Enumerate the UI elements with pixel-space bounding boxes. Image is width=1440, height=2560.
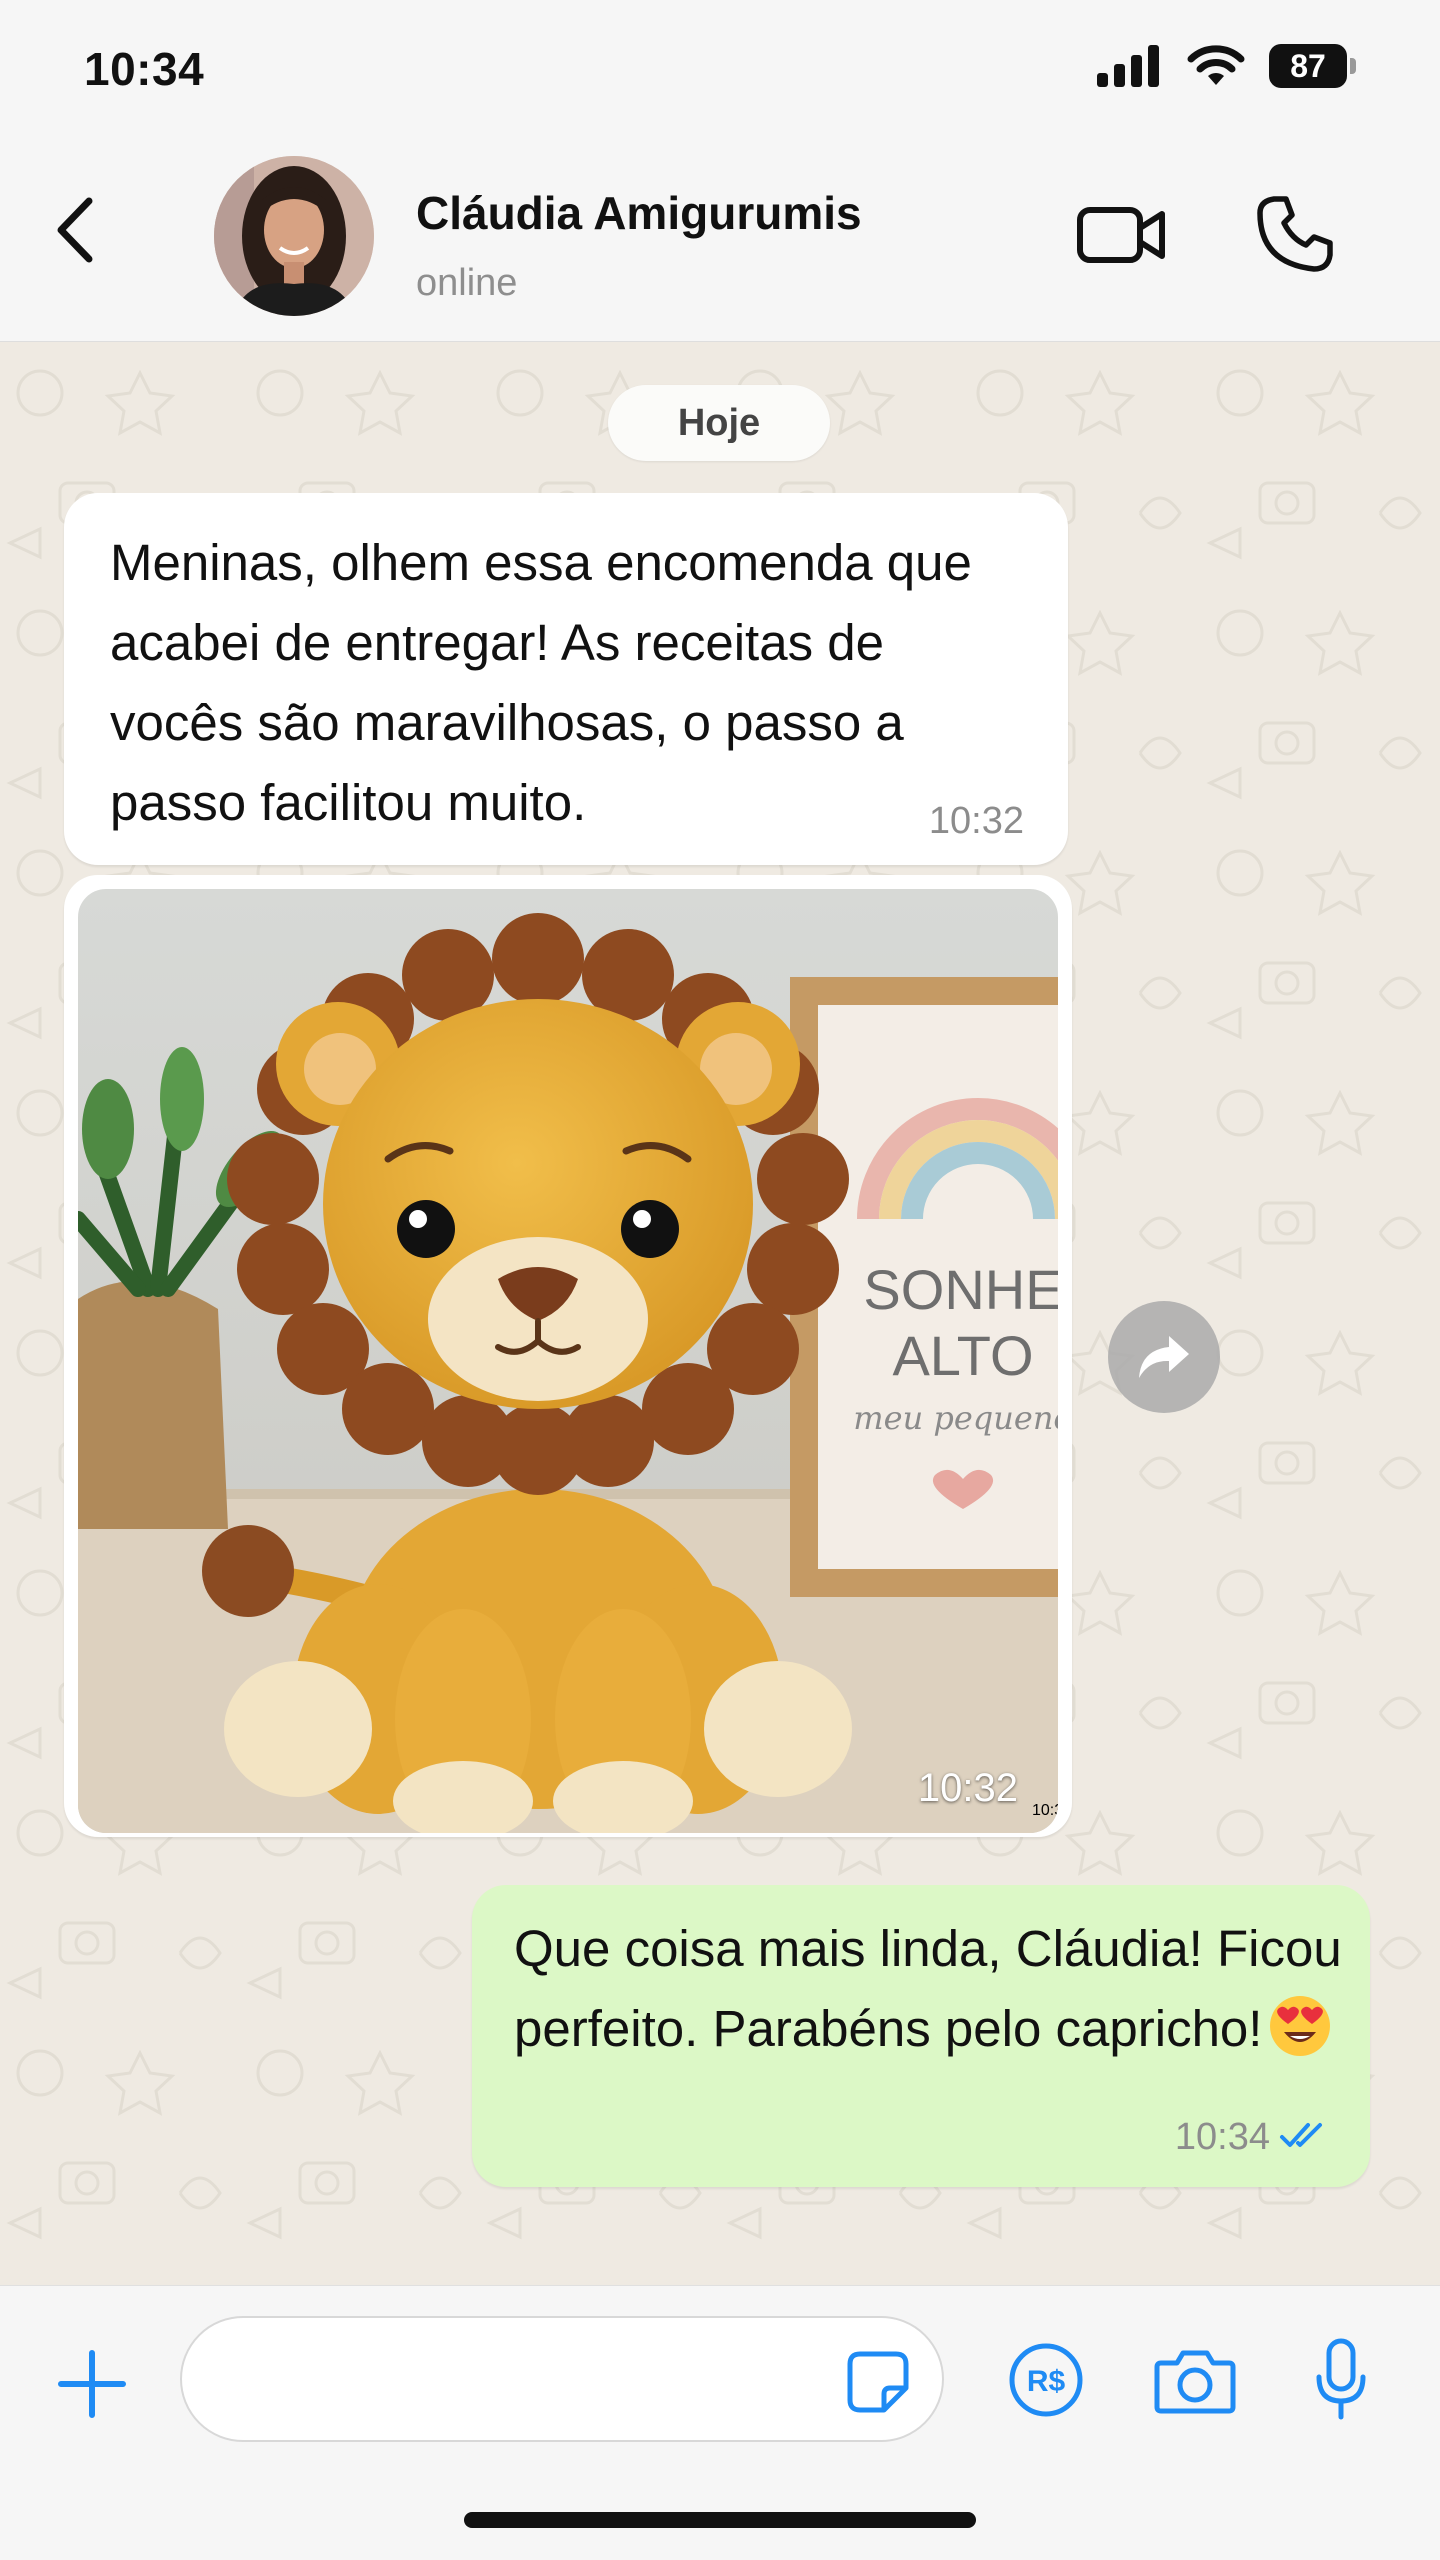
frame-text-line3: meu pequeno	[853, 1399, 1058, 1437]
payment-label: R$	[1027, 2365, 1066, 2398]
video-camera-icon	[1077, 207, 1165, 263]
camera-icon	[1154, 2350, 1236, 2414]
avatar-image	[214, 156, 374, 316]
forward-button[interactable]	[1108, 1301, 1220, 1413]
frame-text-line2: ALTO	[892, 1324, 1033, 1387]
message-input[interactable]	[180, 2316, 944, 2442]
camera-button[interactable]	[1150, 2340, 1240, 2420]
incoming-message-bubble[interactable]: Meninas, olhem essa encomenda que acabei…	[64, 493, 1068, 865]
message-time: 10:32	[928, 800, 1024, 842]
back-button[interactable]	[40, 190, 110, 270]
attach-button[interactable]	[52, 2344, 132, 2424]
payment-button[interactable]: R$	[1004, 2338, 1088, 2422]
cellular-signal-icon	[1097, 45, 1159, 87]
photo-attachment[interactable]: SONHE ALTO meu pequeno 10: 10:32	[78, 889, 1058, 1833]
sticker-button[interactable]	[842, 2346, 914, 2418]
voice-call-button[interactable]	[1250, 186, 1340, 282]
forward-arrow-icon	[1139, 1336, 1189, 1378]
date-separator: Hoje	[608, 385, 830, 461]
chat-area[interactable]: Hoje Meninas, olhem essa encomenda que a…	[0, 343, 1440, 2285]
voice-message-button[interactable]	[1306, 2334, 1376, 2424]
chat-header: Cláudia Amigurumis online	[0, 140, 1440, 342]
microphone-icon	[1316, 2338, 1366, 2420]
home-indicator[interactable]	[464, 2512, 976, 2528]
phone-icon	[1257, 196, 1333, 272]
back-chevron-icon	[57, 197, 93, 263]
outgoing-message-bubble[interactable]: Que coisa mais linda, Cláudia! Ficou per…	[472, 1885, 1370, 2187]
contact-avatar[interactable]	[214, 156, 374, 316]
message-time: 10:34	[1174, 2116, 1270, 2158]
contact-name[interactable]: Cláudia Amigurumis	[416, 186, 862, 240]
battery-cap	[1350, 58, 1356, 74]
payment-real-icon: R$	[1009, 2343, 1083, 2417]
incoming-photo-bubble[interactable]: SONHE ALTO meu pequeno 10: 10:32	[64, 875, 1072, 1837]
frame-text-line1: SONHE	[863, 1258, 1058, 1321]
sticker-icon	[847, 2351, 909, 2413]
contact-status: online	[416, 262, 518, 304]
plus-icon	[58, 2350, 126, 2418]
photo-timestamp: 10:32	[917, 1766, 1018, 1810]
message-input-bar: R$	[0, 2285, 1440, 2560]
message-text: Meninas, olhem essa encomenda que acabei…	[110, 534, 972, 831]
wifi-icon	[1187, 45, 1245, 85]
status-icons: 87	[1097, 44, 1356, 88]
video-call-button[interactable]	[1072, 190, 1172, 280]
battery-level: 87	[1269, 44, 1347, 88]
heart-eyes-emoji-icon	[1270, 1996, 1331, 2056]
battery-indicator: 87	[1269, 44, 1356, 88]
amigurumi-lion-photo: SONHE ALTO meu pequeno 10:	[78, 889, 1058, 1833]
photo-time: 10:32	[1032, 1802, 1058, 1819]
read-receipt-icon	[1280, 2123, 1322, 2147]
status-time: 10:34	[84, 43, 205, 95]
status-bar: 10:34 87	[0, 0, 1440, 140]
message-text: Que coisa mais linda, Cláudia! Ficou per…	[514, 1909, 1344, 2069]
message-text-content: Que coisa mais linda, Cláudia! Ficou per…	[514, 1920, 1342, 2057]
